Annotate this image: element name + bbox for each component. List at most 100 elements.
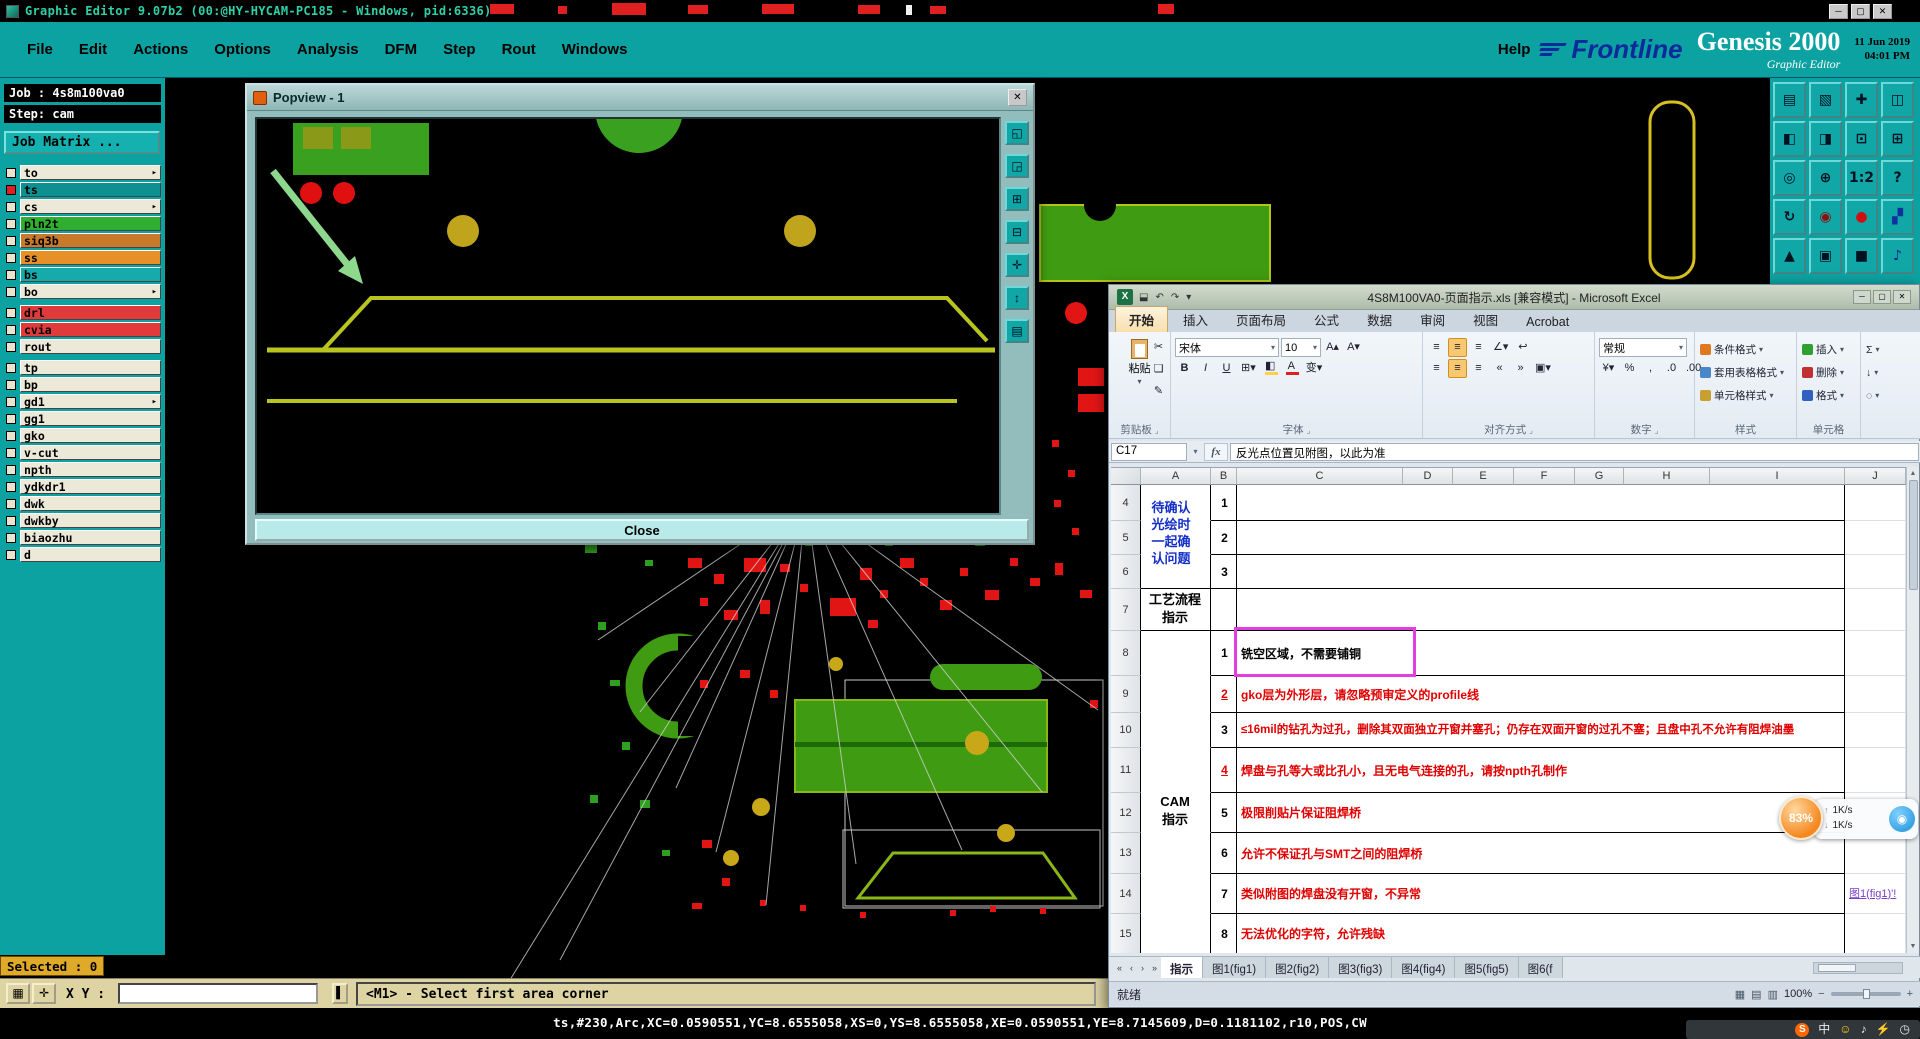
layer-active-indicator[interactable] [6, 307, 16, 318]
column-header-B[interactable]: B [1211, 468, 1237, 485]
popview-close-button[interactable]: Close [255, 519, 1029, 541]
delete-cells-button[interactable]: 删除 ▾ [1800, 362, 1857, 383]
wrap-text-button[interactable]: ↩ [1513, 338, 1532, 357]
layer-row-dwk[interactable]: dwk [6, 495, 161, 512]
cell-B7[interactable] [1211, 589, 1237, 631]
cell-J6[interactable] [1845, 555, 1906, 589]
layer-active-indicator[interactable] [6, 515, 16, 526]
shrink-font-button[interactable]: A▾ [1344, 338, 1363, 357]
font-color-button[interactable]: A [1282, 359, 1301, 378]
zoom-slider-thumb[interactable] [1862, 989, 1870, 999]
tool-button-14[interactable]: ◉ [1809, 199, 1842, 235]
layer-name-box[interactable]: bo ▸ [20, 284, 161, 299]
orientation-button[interactable]: ∠▾ [1490, 338, 1511, 357]
maximize-icon[interactable]: ▢ [1851, 3, 1870, 19]
zoom-slider[interactable] [1830, 989, 1901, 999]
cell-C5[interactable] [1237, 521, 1845, 555]
layer-row-d[interactable]: d [6, 546, 161, 563]
borders-button[interactable]: ⊞▾ [1238, 359, 1259, 378]
crosshair-icon-button[interactable]: ✛ [32, 983, 56, 1004]
cell-B5[interactable]: 2 [1211, 521, 1237, 555]
menu-analysis[interactable]: Analysis [284, 35, 372, 64]
cell-J5[interactable] [1845, 521, 1906, 555]
tool-button-12[interactable]: ? [1881, 160, 1914, 196]
cell-J7[interactable] [1845, 589, 1906, 631]
column-header-I[interactable]: I [1710, 468, 1845, 485]
row-header-14[interactable]: 14 [1111, 874, 1141, 914]
tool-button-7[interactable]: ⊡ [1845, 121, 1878, 157]
cell-B9[interactable]: 2 [1211, 676, 1237, 713]
layer-name-box[interactable]: d [20, 547, 161, 562]
layer-active-indicator[interactable] [6, 286, 16, 297]
ribbon-tab-公式[interactable]: 公式 [1301, 307, 1352, 332]
tool-button-16[interactable]: ▞ [1881, 199, 1914, 235]
sound-icon[interactable]: ♪ [1861, 1020, 1867, 1039]
sheet-tab-图4(fig4)[interactable]: 图4(fig4) [1392, 957, 1456, 978]
zoom-in-icon[interactable]: + [1907, 988, 1913, 1000]
column-header-H[interactable]: H [1624, 468, 1710, 485]
divider-button[interactable]: ▌ [332, 983, 348, 1004]
tool-button-8[interactable]: ⊞ [1881, 121, 1914, 157]
layer-name-box[interactable]: ts [20, 182, 161, 197]
ribbon-tab-开始[interactable]: 开始 [1115, 306, 1169, 332]
layer-name-box[interactable]: gg1 [20, 411, 161, 426]
cell-J15[interactable] [1845, 914, 1906, 953]
layer-active-indicator[interactable] [6, 184, 16, 195]
column-header-D[interactable]: D [1403, 468, 1453, 485]
sheet-nav-prev-icon[interactable]: ‹ [1126, 963, 1137, 973]
cell-J14[interactable]: 图1(fig1)'! [1845, 874, 1906, 914]
popview-tool-7[interactable]: ▤ [1005, 319, 1029, 343]
ribbon-tab-页面布局[interactable]: 页面布局 [1223, 307, 1299, 332]
layer-row-ydkdr1[interactable]: ydkdr1 [6, 478, 161, 495]
row-header-4[interactable]: 4 [1111, 485, 1141, 521]
tool-button-1[interactable]: ▤ [1773, 82, 1806, 118]
redo-icon[interactable]: ↷ [1169, 291, 1181, 304]
layer-active-indicator[interactable] [6, 341, 16, 352]
sheet-nav-next-icon[interactable]: › [1137, 963, 1148, 973]
align-center-button[interactable]: ≡ [1448, 359, 1467, 378]
cell-B15[interactable]: 8 [1211, 914, 1237, 953]
excel-maximize-icon[interactable]: ▢ [1873, 290, 1891, 304]
layer-row-rout[interactable]: rout [6, 338, 161, 355]
popview-tool-3[interactable]: ⊞ [1005, 187, 1029, 211]
layer-row-to[interactable]: to ▸ [6, 164, 161, 181]
popview-tool-2[interactable]: ◲ [1005, 154, 1029, 178]
sheet-nav-last-icon[interactable]: » [1148, 963, 1161, 973]
tool-button-19[interactable]: ■ [1845, 238, 1878, 274]
layer-name-box[interactable]: biaozhu [20, 530, 161, 545]
increase-decimal-button[interactable]: .0 [1662, 359, 1681, 378]
popview-titlebar[interactable]: Popview - 1 ✕ [247, 85, 1033, 111]
tool-button-2[interactable]: ▧ [1809, 82, 1842, 118]
align-left-button[interactable]: ≡ [1427, 359, 1446, 378]
name-box[interactable]: C17 [1111, 442, 1187, 461]
dialog-launcher-icon[interactable]: ⌟ [1655, 426, 1659, 435]
layer-active-indicator[interactable] [6, 324, 16, 335]
popview-tool-5[interactable]: ✛ [1005, 253, 1029, 277]
menu-rout[interactable]: Rout [489, 35, 549, 64]
cell-J4[interactable] [1845, 485, 1906, 521]
tool-button-4[interactable]: ◫ [1881, 82, 1914, 118]
page-break-view-icon[interactable]: ▥ [1768, 988, 1778, 1001]
merge-center-button[interactable]: ▣▾ [1532, 359, 1554, 378]
cell-J8[interactable] [1845, 631, 1906, 676]
layer-name-box[interactable]: tp [20, 360, 161, 375]
layer-name-box[interactable]: siq3b [20, 233, 161, 248]
menu-edit[interactable]: Edit [66, 35, 120, 64]
layer-name-box[interactable]: ss [20, 250, 161, 265]
menu-step[interactable]: Step [430, 35, 489, 64]
layer-name-box[interactable]: dwk [20, 496, 161, 511]
layer-name-box[interactable]: bs [20, 267, 161, 282]
layer-active-indicator[interactable] [6, 413, 16, 424]
xy-input[interactable] [118, 983, 318, 1004]
usb-icon[interactable]: ⚡ [1876, 1020, 1891, 1039]
align-top-button[interactable]: ≡ [1427, 338, 1446, 357]
layer-active-indicator[interactable] [6, 481, 16, 492]
row-header-12[interactable]: 12 [1111, 793, 1141, 833]
percent-button[interactable]: % [1620, 359, 1639, 378]
layer-active-indicator[interactable] [6, 201, 16, 212]
row-header-11[interactable]: 11 [1111, 748, 1141, 793]
layer-row-npth[interactable]: npth [6, 461, 161, 478]
excel-close-icon[interactable]: ✕ [1893, 290, 1911, 304]
cell-A11[interactable] [1141, 748, 1211, 793]
cell-C6[interactable] [1237, 555, 1845, 589]
